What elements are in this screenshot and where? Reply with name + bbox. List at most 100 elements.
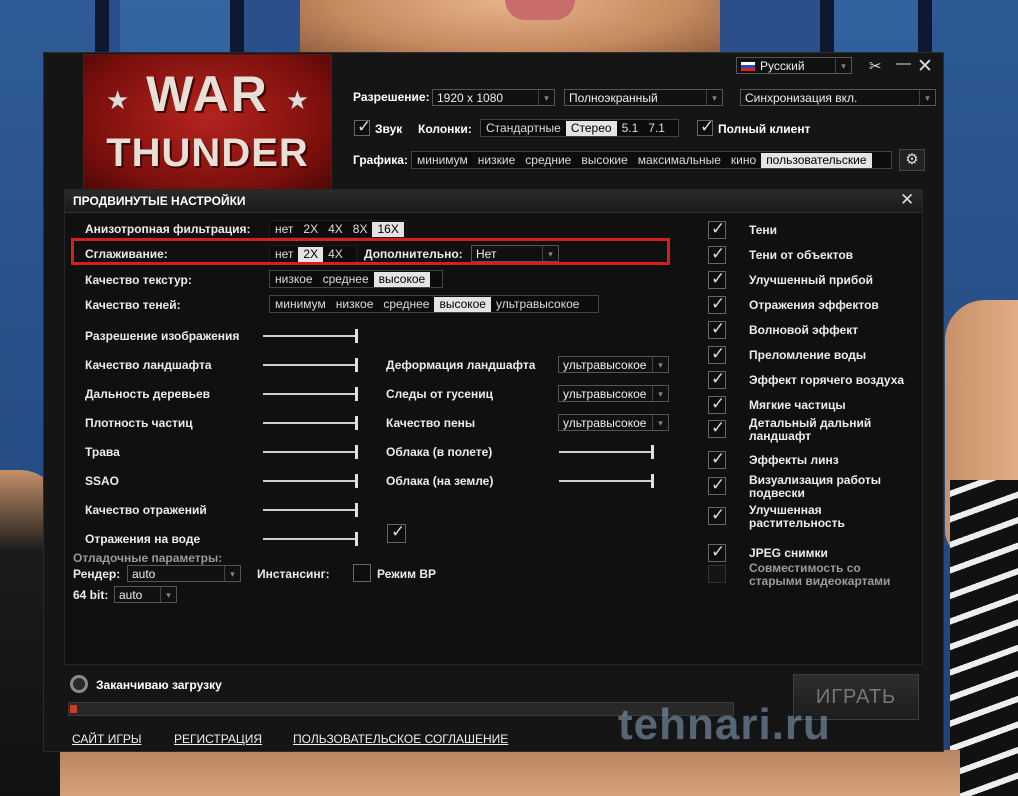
graphics-preset-option[interactable]: средние (520, 153, 576, 168)
render-label: Рендер: (73, 567, 121, 581)
graphics-preset-option[interactable]: пользовательские (761, 152, 872, 168)
option-label: JPEG снимки (749, 546, 828, 560)
option-checkbox[interactable]: ✓ (708, 369, 726, 389)
settings-gear-icon[interactable]: ⚙ (899, 149, 925, 171)
graphics-preset-option[interactable]: кино (726, 153, 761, 168)
full-client-checkbox[interactable]: ✓ (697, 117, 715, 136)
slider-label: SSAO (85, 474, 120, 488)
texture-quality-selector[interactable]: низкое среднее высокое (269, 270, 443, 288)
slider-knob[interactable] (355, 474, 358, 488)
slider-knob[interactable] (355, 358, 358, 372)
texture-quality-option[interactable]: низкое (270, 272, 318, 287)
slider-knob[interactable] (355, 329, 358, 343)
graphics-preset-option[interactable]: высокие (576, 153, 632, 168)
option-checkbox[interactable]: ✓ (708, 319, 726, 339)
tools-icon[interactable]: ✂ (869, 57, 882, 75)
link-user-agreement[interactable]: ПОЛЬЗОВАТЕЛЬСКОЕ СОГЛАШЕНИЕ (293, 732, 508, 746)
slider-knob[interactable] (355, 416, 358, 430)
option-checkbox[interactable]: ✓ (708, 394, 726, 414)
option-label: Детальный дальний ландшафт (749, 416, 872, 443)
speakers-option[interactable]: Стерео (565, 120, 617, 136)
shadow-quality-option[interactable]: высокое (434, 296, 491, 312)
anisotropic-option[interactable]: 4X (323, 222, 348, 237)
option-checkbox[interactable]: ✓ (708, 505, 726, 525)
sound-checkbox[interactable]: ✓ (354, 117, 371, 136)
window-mode-select[interactable]: Полноэкранный ▾ (564, 89, 723, 106)
vr-mode-checkbox[interactable] (353, 564, 371, 582)
shadow-quality-selector[interactable]: минимум низкое среднее высокое ультравысокое (269, 295, 599, 313)
quality-slider[interactable] (263, 474, 358, 488)
bit64-select[interactable]: auto ▾ (114, 586, 177, 603)
tracks-value: ультравысокое (563, 387, 647, 401)
shadow-quality-option[interactable]: ультравысокое (491, 297, 584, 312)
link-game-site[interactable]: САЙТ ИГРЫ (72, 732, 141, 746)
close-icon[interactable]: ✕ (917, 55, 933, 78)
slider-knob[interactable] (355, 387, 358, 401)
quality-slider[interactable] (263, 445, 358, 459)
graphics-preset-selector[interactable]: минимум низкие средние высокие максимальные к… (411, 151, 892, 169)
option-checkbox[interactable]: ✓ (708, 418, 726, 438)
anisotropic-selector[interactable]: нет 2X 4X 8X 16X (269, 220, 407, 238)
resolution-select[interactable]: 1920 x 1080 ▾ (432, 89, 555, 106)
speakers-option[interactable]: 7.1 (643, 121, 670, 136)
texture-quality-option[interactable]: среднее (318, 272, 374, 287)
language-value: Русский (760, 59, 805, 73)
foam-select[interactable]: ультравысокое ▾ (558, 414, 669, 431)
checkmark-icon: ✓ (711, 269, 726, 288)
option-checkbox[interactable]: ✓ (708, 449, 726, 469)
option-checkbox[interactable]: ✓ (708, 244, 726, 264)
quality-slider[interactable] (263, 329, 358, 343)
graphics-preset-option[interactable]: максимальные (633, 153, 726, 168)
option-checkbox[interactable]: ✓ (708, 269, 726, 289)
slider-knob[interactable] (651, 445, 654, 459)
shadow-quality-option[interactable]: среднее (378, 297, 434, 312)
slider-knob[interactable] (355, 445, 358, 459)
slider-knob[interactable] (355, 503, 358, 517)
quality-slider[interactable] (263, 503, 358, 517)
panel-close-icon[interactable]: ✕ (900, 190, 914, 210)
minimize-icon[interactable]: — (896, 55, 911, 72)
slider-knob[interactable] (651, 474, 654, 488)
anisotropic-option[interactable]: нет (270, 222, 298, 237)
clouds-ground-slider[interactable] (559, 474, 654, 488)
option-checkbox[interactable]: ✓ (708, 294, 726, 314)
water-reflection-extra-checkbox[interactable]: ✓ (387, 522, 406, 543)
link-registration[interactable]: РЕГИСТРАЦИЯ (174, 732, 262, 746)
speakers-selector[interactable]: Стандартные Стерео 5.1 7.1 (480, 119, 679, 137)
language-select[interactable]: Русский ▾ (736, 57, 852, 74)
anisotropic-option[interactable]: 2X (298, 222, 323, 237)
quality-slider[interactable] (263, 358, 358, 372)
texture-quality-option[interactable]: высокое (373, 271, 431, 287)
speakers-option[interactable]: Стандартные (481, 121, 566, 136)
quality-slider[interactable] (263, 387, 358, 401)
graphics-preset-option[interactable]: низкие (473, 153, 520, 168)
vsync-select[interactable]: Синхронизация вкл. ▾ (740, 89, 936, 106)
slider-label: Плотность частиц (85, 416, 193, 430)
checkmark-icon: ✓ (700, 117, 715, 136)
anisotropic-option[interactable]: 8X (348, 222, 373, 237)
option-checkbox[interactable]: ✓ (708, 219, 726, 239)
shadow-quality-option[interactable]: низкое (331, 297, 379, 312)
graphics-preset-option[interactable]: минимум (412, 153, 473, 168)
sound-label: Звук (375, 122, 403, 136)
terrain-deform-select[interactable]: ультравысокое ▾ (558, 356, 669, 373)
slider-knob[interactable] (355, 532, 358, 546)
foam-value: ультравысокое (563, 416, 647, 430)
anisotropic-option[interactable]: 16X (372, 221, 404, 237)
anisotropic-label: Анизотропная фильтрация: (85, 222, 251, 236)
option-checkbox[interactable]: ✓ (708, 475, 726, 495)
checkmark-icon: ✓ (711, 394, 726, 413)
render-select[interactable]: auto ▾ (127, 565, 241, 582)
option-checkbox[interactable] (708, 565, 726, 583)
shadow-quality-option[interactable]: минимум (270, 297, 331, 312)
quality-slider[interactable] (263, 416, 358, 430)
speakers-option[interactable]: 5.1 (617, 121, 644, 136)
clouds-flight-slider[interactable] (559, 445, 654, 459)
texture-quality-label: Качество текстур: (85, 273, 192, 287)
option-checkbox[interactable]: ✓ (708, 542, 726, 562)
resolution-value: 1920 x 1080 (437, 91, 504, 105)
option-checkbox[interactable]: ✓ (708, 344, 726, 364)
quality-slider[interactable] (263, 532, 358, 546)
tracks-select[interactable]: ультравысокое ▾ (558, 385, 669, 402)
slider-label: Трава (85, 445, 120, 459)
